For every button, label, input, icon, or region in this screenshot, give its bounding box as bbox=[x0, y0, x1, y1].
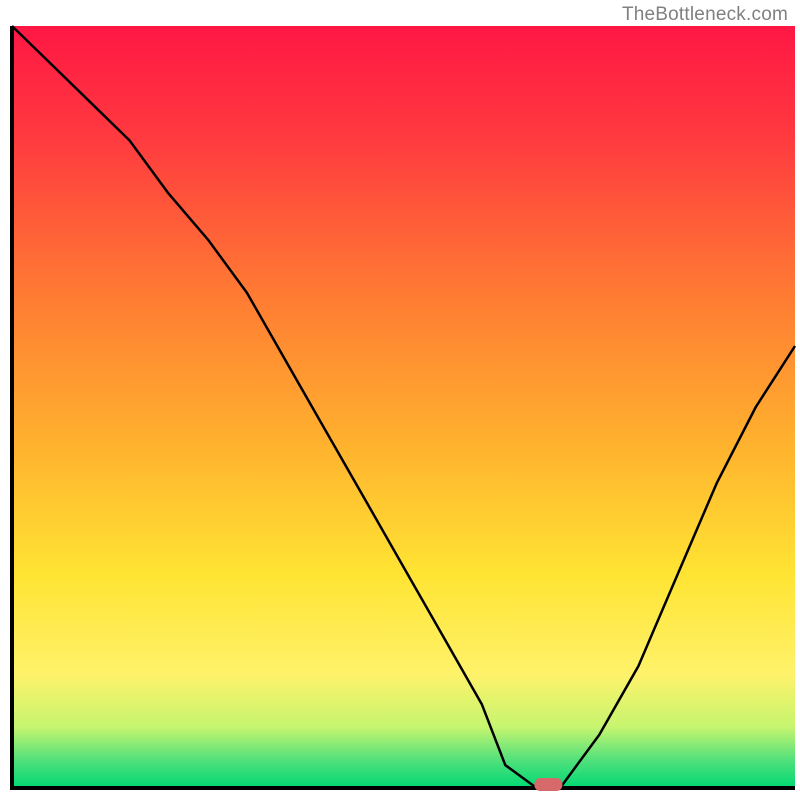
optimal-marker bbox=[534, 778, 562, 791]
watermark-label: TheBottleneck.com bbox=[622, 4, 788, 26]
bottleneck-chart bbox=[0, 0, 800, 800]
chart-svg bbox=[0, 0, 800, 800]
